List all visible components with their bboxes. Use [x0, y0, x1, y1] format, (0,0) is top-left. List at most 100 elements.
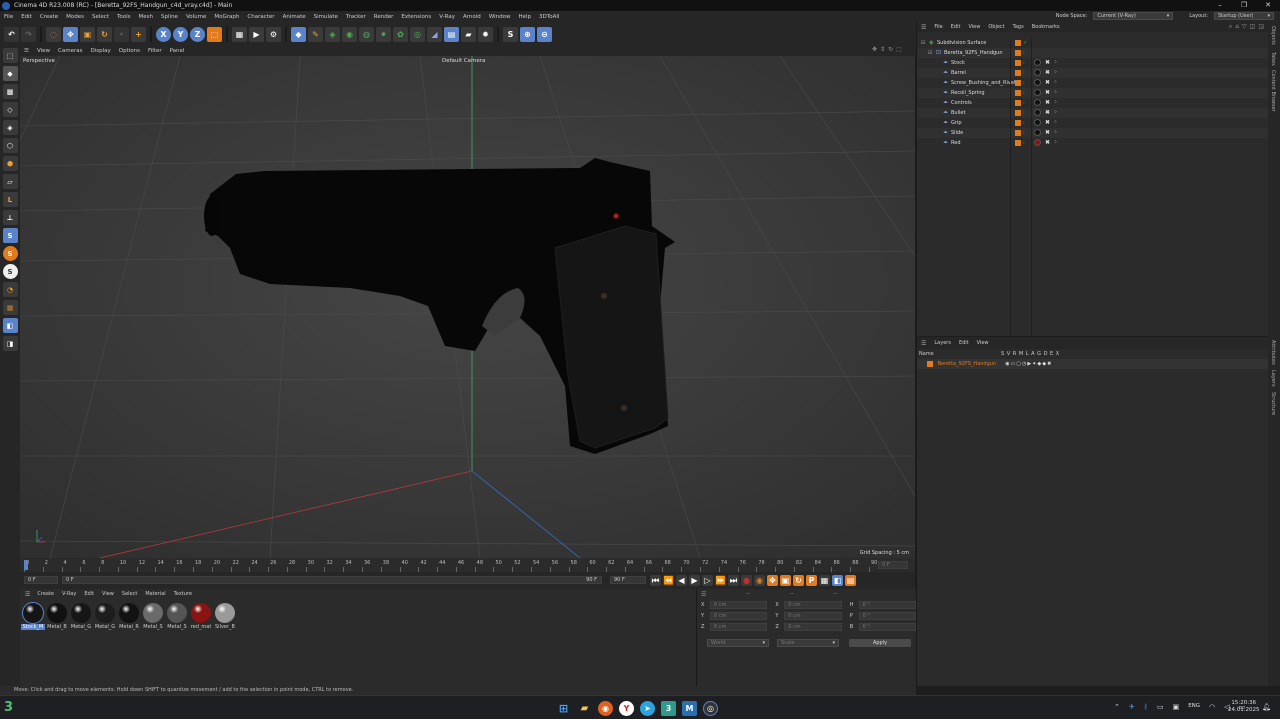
object-name[interactable]: Bullet — [951, 108, 965, 118]
rotate-tool-icon[interactable]: ↻ — [97, 26, 112, 42]
timeline-window-icon[interactable]: ▤ — [845, 575, 856, 586]
object-menu-tags[interactable]: Tags — [1009, 24, 1028, 30]
new-window-icon[interactable]: ◲ — [1258, 23, 1264, 31]
boole-icon[interactable]: ◍ — [359, 26, 374, 42]
material-swatch[interactable]: Metal_B — [46, 603, 68, 630]
object-menu-view[interactable]: View — [964, 24, 984, 30]
move-tool-icon[interactable]: ✥ — [63, 26, 78, 42]
object-row[interactable]: ⊟ ◈ Subdivision Surface ✓ — [917, 38, 1269, 48]
coordinate-system-icon[interactable]: + — [131, 26, 146, 42]
uvw-tag-icon[interactable]: ⁘ — [1053, 138, 1058, 148]
menu-item-edit[interactable]: Edit — [17, 14, 36, 20]
menu-item-file[interactable]: File — [0, 14, 17, 20]
array-icon[interactable]: ◉ — [342, 26, 357, 42]
visibility-dots-icon[interactable]: : — [1023, 108, 1025, 118]
monitor-icon[interactable]: ▣ — [1173, 703, 1180, 711]
layer-color-swatch[interactable] — [927, 361, 933, 367]
object-row[interactable]: ⏶ Bullet: ✖ ⁘ — [917, 108, 1269, 118]
home-icon[interactable]: ⌂ — [1235, 23, 1239, 31]
network-tray-icon[interactable]: ✈ — [1129, 703, 1135, 711]
visibility-dots-icon[interactable]: : — [1023, 58, 1025, 68]
key-rotation-icon[interactable]: ↻ — [793, 575, 804, 586]
menu-item-character[interactable]: Character — [243, 14, 278, 20]
timeline-playhead[interactable] — [24, 560, 28, 570]
texture-mode-icon[interactable]: ▩ — [2, 84, 18, 99]
material-swatch[interactable]: Metal_G — [94, 603, 116, 630]
material-swatch[interactable]: Metal_S — [166, 603, 188, 630]
layer-menu-view[interactable]: View — [973, 340, 993, 346]
menu-item-volume[interactable]: Volume — [182, 14, 210, 20]
layer-color-swatch[interactable] — [1015, 80, 1021, 86]
windows-start-icon[interactable]: ⊞ — [556, 701, 571, 716]
visibility-dots-icon[interactable]: : — [1023, 118, 1025, 128]
next-key-icon[interactable]: ⏩ — [715, 575, 726, 586]
yandex-browser-icon[interactable]: Y — [619, 701, 634, 716]
object-row[interactable]: ⏶ Grip: ✖ ⁘ — [917, 118, 1269, 128]
uvw-tag-icon[interactable]: ⁘ — [1053, 58, 1058, 68]
layer-color-swatch[interactable] — [1015, 130, 1021, 136]
menu-item-simulate[interactable]: Simulate — [310, 14, 342, 20]
tab-takes[interactable]: Takes — [1270, 52, 1276, 66]
visibility-dots-icon[interactable]: : — [1023, 78, 1025, 88]
mograph-icon[interactable]: ✿ — [393, 26, 408, 42]
visibility-dots-icon[interactable]: : — [1023, 128, 1025, 138]
menu-item-extensions[interactable]: Extensions — [397, 14, 435, 20]
redo-icon[interactable]: ↷ — [21, 26, 36, 42]
coords-value-field[interactable]: 0 ° — [858, 611, 917, 620]
node-space-dropdown[interactable]: Current (V-Ray) ▾ — [1093, 12, 1174, 20]
menu-item-spline[interactable]: Spline — [157, 14, 182, 20]
chevron-up-icon[interactable]: ⌃ — [1114, 703, 1120, 711]
object-name[interactable]: Subdivision Surface — [937, 38, 986, 48]
uvw-tag-icon[interactable]: ⁘ — [1053, 118, 1058, 128]
vray-tag-icon[interactable]: ✖ — [1045, 98, 1050, 108]
menu-item-modes[interactable]: Modes — [62, 14, 88, 20]
visibility-dots-icon[interactable]: : — [1023, 68, 1025, 78]
lock-workplane-icon[interactable]: ◔ — [2, 282, 18, 297]
tab-objects[interactable]: Objects — [1270, 26, 1276, 45]
cinema4d-icon[interactable]: ◎ — [703, 701, 718, 716]
hamburger-icon[interactable]: ☰ — [917, 340, 930, 347]
uv-mode-icon[interactable]: ▱ — [2, 174, 18, 189]
x-axis-icon[interactable]: X — [156, 26, 171, 42]
object-row[interactable]: ⏶ Recoil_Spring: ✖ ⁘ — [917, 88, 1269, 98]
menu-item-help[interactable]: Help — [515, 14, 536, 20]
object-name[interactable]: Barrel — [951, 68, 966, 78]
points-mode-icon[interactable]: ◈ — [2, 120, 18, 135]
solo-hierarchy-icon[interactable]: S — [2, 246, 18, 261]
timeline-ruler[interactable]: 0246810121416182022242628303234363840424… — [20, 558, 915, 572]
material-tag-icon[interactable] — [1034, 129, 1041, 136]
model-mode-icon[interactable]: ◆ — [2, 66, 18, 81]
preview-range-slider[interactable]: 0 F 90 F — [62, 576, 602, 584]
material-swatch[interactable]: Silver_B — [214, 603, 236, 630]
uvw-tag-icon[interactable]: ⁘ — [1053, 68, 1058, 78]
solo-selection-icon[interactable]: S — [2, 264, 18, 279]
material-menu-texture[interactable]: Texture — [170, 591, 196, 597]
expand-toggle-icon[interactable]: ⊟ — [921, 38, 925, 48]
scale-tool-icon[interactable]: ▣ — [80, 26, 95, 42]
object-row[interactable]: ⏶ Red: ✖ ⁘ — [917, 138, 1269, 148]
layer-color-swatch[interactable] — [1015, 50, 1021, 56]
object-menu-object[interactable]: Object — [984, 24, 1008, 30]
material-menu-view[interactable]: View — [98, 591, 118, 597]
visibility-dots-icon[interactable]: : — [1023, 48, 1025, 58]
firefox-icon[interactable]: ◉ — [598, 701, 613, 716]
vray-tag-icon[interactable]: ✖ — [1045, 108, 1050, 118]
layer-name[interactable]: Beretta_92FS_Handgun — [938, 359, 1004, 369]
coords-value-field[interactable]: 0 cm — [709, 611, 768, 620]
material-tag-icon[interactable] — [1034, 79, 1041, 86]
object-menu-bookmarks[interactable]: Bookmarks — [1028, 24, 1064, 30]
end-frame-field[interactable]: 90 F — [610, 576, 646, 584]
material-tag-icon[interactable] — [1034, 109, 1041, 116]
object-menu-edit[interactable]: Edit — [947, 24, 965, 30]
start-frame-field[interactable]: 0 F — [24, 576, 58, 584]
clock[interactable]: 15:20:36 24.01.2025 — [1228, 700, 1260, 714]
layer-color-swatch[interactable] — [1015, 120, 1021, 126]
vray-tag-icon[interactable]: ✖ — [1045, 58, 1050, 68]
subdivision-icon[interactable]: ◈ — [325, 26, 340, 42]
material-tag-icon[interactable] — [1034, 99, 1041, 106]
key-scale-icon[interactable]: ▣ — [780, 575, 791, 586]
vray-render-icon[interactable]: ⊖ — [537, 26, 552, 42]
material-swatch[interactable]: Metal_G — [70, 603, 92, 630]
object-row[interactable]: ⊟ ⊡ Beretta_92FS_Handgun: — [917, 48, 1269, 58]
material-swatch[interactable]: red_mat — [190, 603, 212, 630]
